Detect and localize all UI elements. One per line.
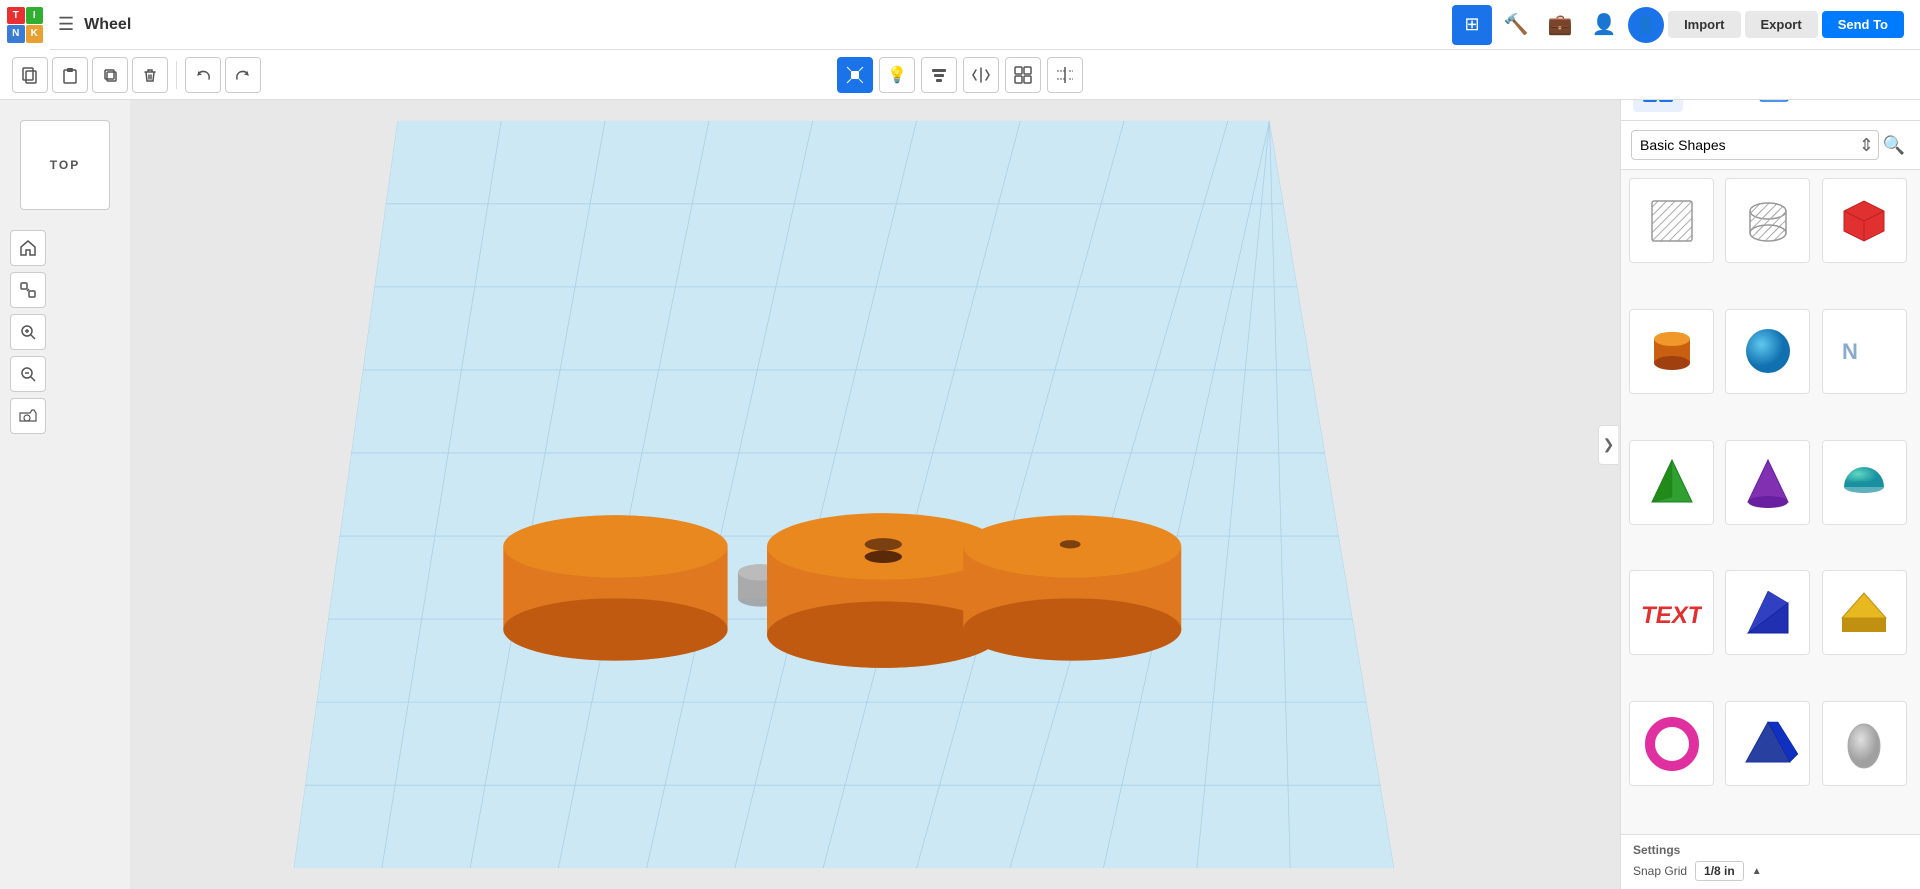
- zoom-in-button[interactable]: [10, 314, 46, 350]
- shape-roof[interactable]: [1822, 570, 1907, 655]
- shape-prism[interactable]: [1725, 701, 1810, 786]
- paste-button[interactable]: [52, 57, 88, 93]
- shape-category-select[interactable]: Basic Shapes: [1631, 130, 1879, 160]
- shape-egg[interactable]: [1822, 701, 1907, 786]
- grid-view-button[interactable]: ⊞: [1452, 5, 1492, 45]
- copy-button[interactable]: [12, 57, 48, 93]
- toolbar-separator-1: [176, 61, 177, 89]
- export-button[interactable]: Export: [1745, 11, 1818, 38]
- zoom-out-button[interactable]: [10, 356, 46, 392]
- settings-label: Settings: [1633, 843, 1908, 857]
- header-title-area: ☰ Wheel: [50, 14, 131, 35]
- group-button[interactable]: [1005, 57, 1041, 93]
- shape-sphere[interactable]: [1725, 309, 1810, 394]
- logo-cad: K: [26, 25, 44, 43]
- wheel-1[interactable]: [503, 515, 727, 660]
- snap-up-arrow[interactable]: ▲: [1752, 866, 1762, 877]
- duplicate-button[interactable]: [92, 57, 128, 93]
- align-button[interactable]: [921, 57, 957, 93]
- logo-in: I: [26, 7, 44, 25]
- view-cube-button[interactable]: [837, 57, 873, 93]
- right-panel: Basic Shapes ⇕ 🔍 N: [1620, 50, 1920, 889]
- shape-box-hole[interactable]: [1629, 178, 1714, 263]
- viewport-controls: [10, 230, 46, 434]
- canvas-area[interactable]: [130, 100, 1620, 889]
- logo-ker: N: [7, 25, 25, 43]
- shape-selector: Basic Shapes ⇕ 🔍: [1621, 121, 1920, 170]
- shape-text-red[interactable]: TEXT: [1629, 570, 1714, 655]
- header: T I N K ☰ Wheel ⊞ 🔨 💼 👤 👤 Import Export …: [0, 0, 1920, 50]
- mirror-button[interactable]: [963, 57, 999, 93]
- flip-button[interactable]: [1047, 57, 1083, 93]
- camera-button[interactable]: [10, 398, 46, 434]
- send-to-button[interactable]: Send To: [1822, 11, 1904, 38]
- shape-cylinder-hole[interactable]: [1725, 178, 1810, 263]
- projects-button[interactable]: 💼: [1540, 5, 1580, 45]
- svg-text:N: N: [1842, 339, 1858, 364]
- tinkercad-logo[interactable]: T I N K: [0, 0, 50, 50]
- shapes-grid: N TEXT: [1621, 170, 1920, 834]
- cube-display[interactable]: TOP: [20, 120, 110, 210]
- snap-grid-row: Snap Grid 1/8 in ▲: [1633, 861, 1908, 881]
- shape-half-sphere[interactable]: [1822, 440, 1907, 525]
- undo-button[interactable]: [185, 57, 221, 93]
- delete-button[interactable]: [132, 57, 168, 93]
- build-tools-button[interactable]: 🔨: [1496, 5, 1536, 45]
- shape-wedge[interactable]: [1725, 570, 1810, 655]
- logo-tin: T: [7, 7, 25, 25]
- snap-grid-label: Snap Grid: [1633, 864, 1687, 878]
- shape-torus[interactable]: [1629, 701, 1714, 786]
- view-cube[interactable]: TOP: [20, 120, 120, 220]
- add-user-button[interactable]: 👤: [1584, 5, 1624, 45]
- redo-button[interactable]: [225, 57, 261, 93]
- shape-text[interactable]: N: [1822, 309, 1907, 394]
- view-label: TOP: [50, 158, 80, 172]
- toolbar: 💡: [0, 50, 1920, 100]
- shape-search-button[interactable]: 🔍: [1878, 129, 1910, 161]
- wheel-3[interactable]: [963, 515, 1181, 660]
- svg-text:TEXT: TEXT: [1642, 602, 1702, 629]
- shape-cylinder[interactable]: [1629, 309, 1714, 394]
- collapse-panel-arrow[interactable]: ❯: [1598, 425, 1618, 465]
- hamburger-icon[interactable]: ☰: [58, 14, 74, 35]
- project-title[interactable]: Wheel: [84, 16, 131, 34]
- light-button[interactable]: 💡: [879, 57, 915, 93]
- shape-box[interactable]: [1822, 178, 1907, 263]
- header-right: ⊞ 🔨 💼 👤 👤 Import Export Send To: [1452, 5, 1920, 45]
- import-button[interactable]: Import: [1668, 11, 1740, 38]
- grid-svg: [130, 100, 1620, 889]
- shape-cone[interactable]: [1725, 440, 1810, 525]
- avatar[interactable]: 👤: [1628, 7, 1664, 43]
- settings-bar: Settings Snap Grid 1/8 in ▲: [1621, 834, 1920, 889]
- fit-button[interactable]: [10, 272, 46, 308]
- home-button[interactable]: [10, 230, 46, 266]
- shape-pyramid[interactable]: [1629, 440, 1714, 525]
- snap-grid-value[interactable]: 1/8 in: [1695, 861, 1744, 881]
- center-tools: 💡: [837, 57, 1083, 93]
